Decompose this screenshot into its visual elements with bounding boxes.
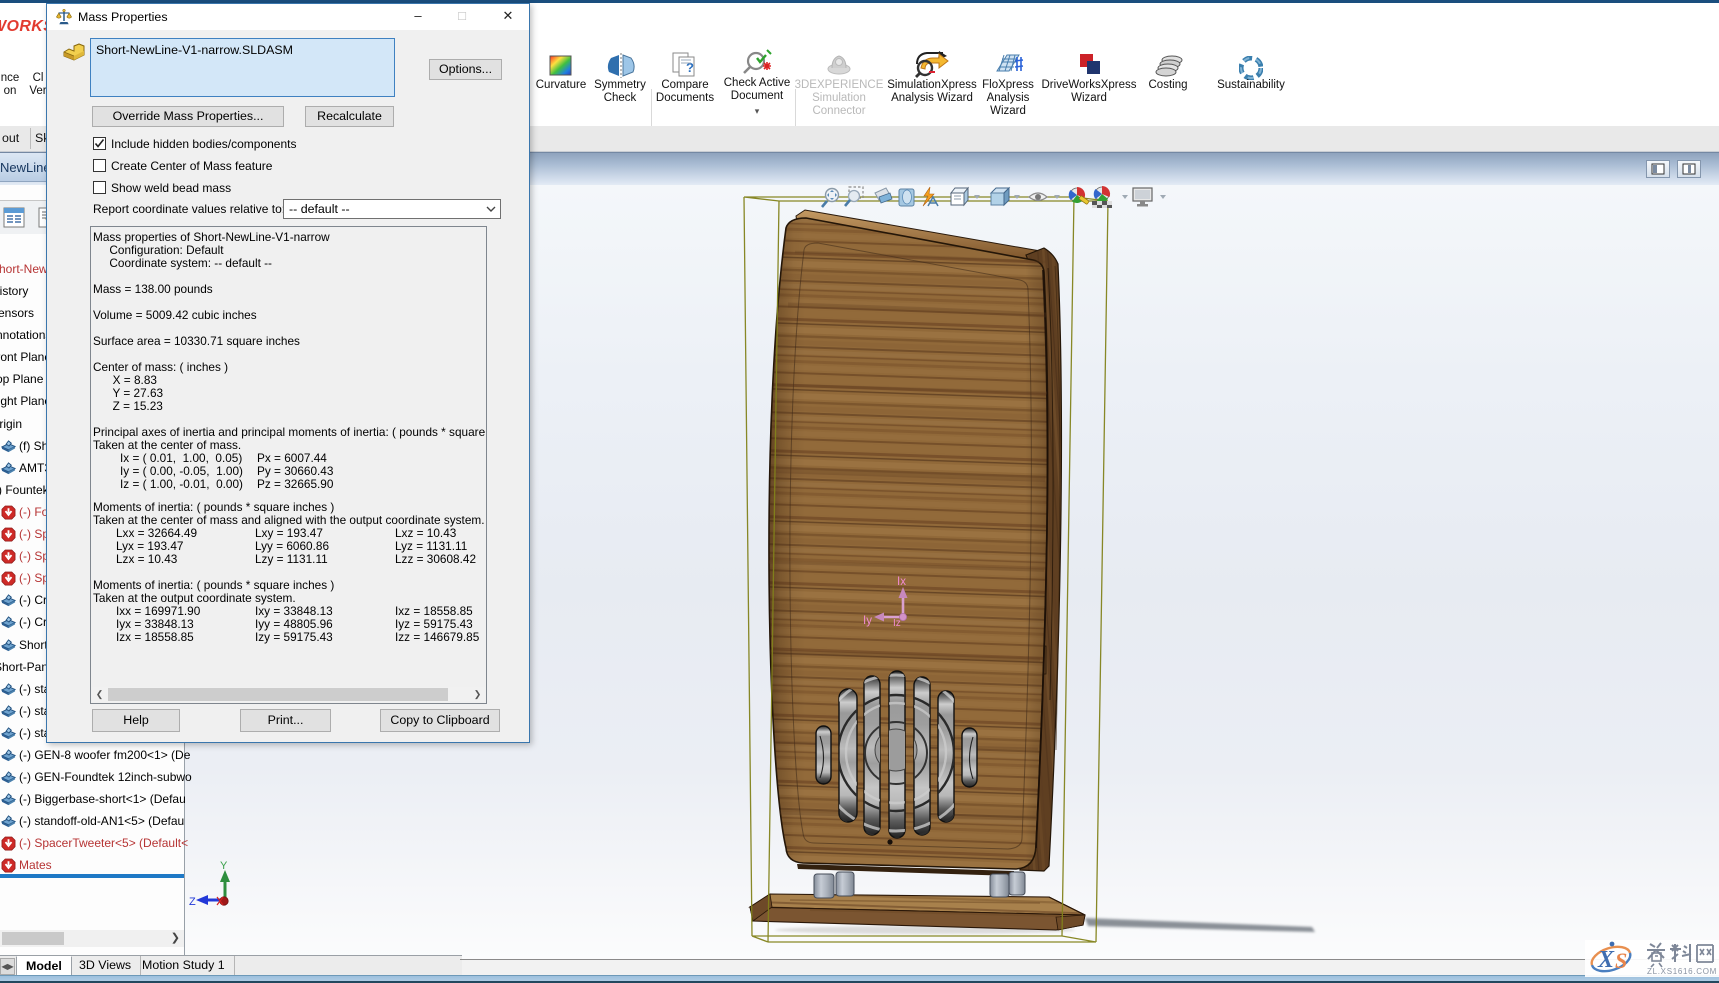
svg-text:Z: Z bbox=[189, 896, 196, 908]
svg-text:S: S bbox=[1615, 948, 1627, 973]
svg-text:?: ? bbox=[686, 60, 694, 75]
svg-text:ZL.XS1616.COM: ZL.XS1616.COM bbox=[1647, 967, 1717, 976]
svg-text:Ix: Ix bbox=[897, 576, 906, 588]
svg-text:Y: Y bbox=[220, 860, 228, 872]
svg-text:X: X bbox=[1597, 947, 1615, 973]
svg-text:Iz: Iz bbox=[893, 618, 901, 629]
svg-text:Iy: Iy bbox=[863, 615, 872, 627]
